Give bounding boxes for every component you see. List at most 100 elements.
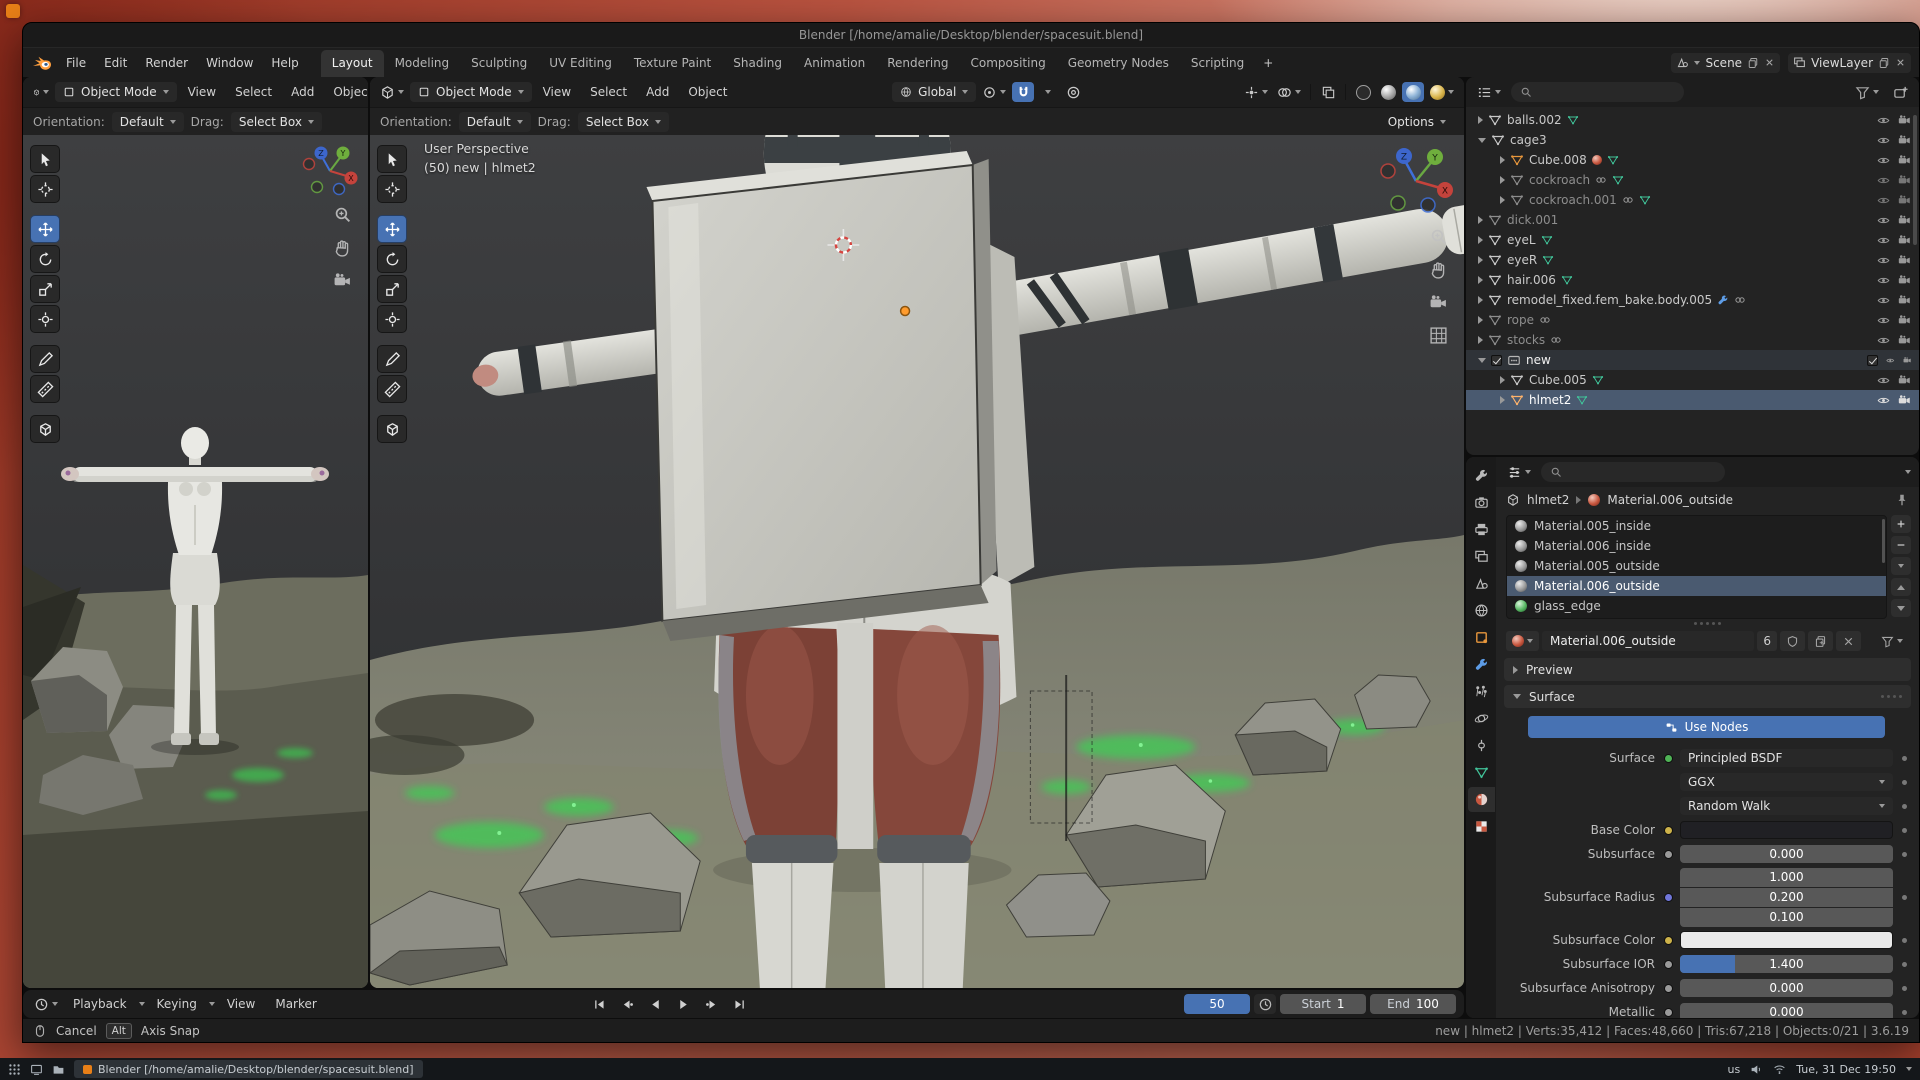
outliner-row[interactable]: hair.006 <box>1466 270 1919 290</box>
tool-scale[interactable] <box>377 275 407 303</box>
outliner-row[interactable]: remodel_fixed.fem_bake.body.005 <box>1466 290 1919 310</box>
panel-preview[interactable]: Preview <box>1504 658 1911 681</box>
tool-cursor[interactable] <box>377 175 407 203</box>
animate-dot-icon[interactable] <box>1902 756 1907 761</box>
eye-icon[interactable] <box>1877 174 1890 187</box>
app-grid-icon[interactable] <box>8 1063 21 1076</box>
distribution-dropdown[interactable]: GGX <box>1680 773 1893 791</box>
mode-dropdown[interactable]: Object Mode <box>55 82 177 102</box>
shading-wireframe-button[interactable] <box>1352 82 1374 102</box>
exclude-checkbox[interactable] <box>1867 355 1878 366</box>
eye-icon[interactable] <box>1877 214 1890 227</box>
slot-specials-button[interactable] <box>1891 557 1911 575</box>
tool-move[interactable] <box>30 215 60 243</box>
animate-dot-icon[interactable] <box>1902 938 1907 943</box>
menu-file[interactable]: File <box>58 54 94 72</box>
outliner-row[interactable]: rope <box>1466 310 1919 330</box>
camera-icon[interactable] <box>1898 274 1911 287</box>
tool-annotate[interactable] <box>377 345 407 373</box>
viewport-main-canvas[interactable]: User Perspective (50) new | hlmet2 <box>370 135 1464 988</box>
expand-icon[interactable] <box>1478 216 1483 224</box>
add-workspace-button[interactable]: + <box>1255 50 1281 77</box>
menu-playback[interactable]: Playback <box>65 995 135 1013</box>
camera-icon[interactable] <box>1898 294 1911 307</box>
slot-list-scrollbar[interactable] <box>1882 519 1885 563</box>
desktop-icon[interactable] <box>6 4 20 18</box>
frame-start-field[interactable]: Start1 <box>1280 994 1366 1014</box>
tool-measure[interactable] <box>377 375 407 403</box>
tab-object[interactable] <box>1468 625 1495 650</box>
animate-dot-icon[interactable] <box>1902 804 1907 809</box>
play-button[interactable] <box>672 994 696 1014</box>
tab-rendering[interactable]: Rendering <box>876 50 959 77</box>
tab-object-data[interactable] <box>1468 760 1495 785</box>
animate-dot-icon[interactable] <box>1902 895 1907 900</box>
menu-window[interactable]: Window <box>198 54 261 72</box>
menu-view[interactable]: View <box>535 83 579 101</box>
tab-output[interactable] <box>1468 517 1495 542</box>
snap-settings-button[interactable] <box>1037 82 1059 102</box>
tool-scale[interactable] <box>30 275 60 303</box>
radius-y-field[interactable]: 0.200 <box>1680 888 1893 907</box>
tab-particles[interactable] <box>1468 679 1495 704</box>
camera-icon[interactable] <box>1898 314 1911 327</box>
eye-icon[interactable] <box>1886 354 1895 367</box>
camera-icon[interactable] <box>1898 254 1911 267</box>
tab-world[interactable] <box>1468 598 1495 623</box>
pan-hand-icon[interactable] <box>333 238 352 257</box>
menu-render[interactable]: Render <box>137 54 196 72</box>
current-frame-field[interactable]: 50 <box>1184 994 1250 1014</box>
close-icon[interactable] <box>1895 57 1906 68</box>
tool-rotate[interactable] <box>377 245 407 273</box>
workspace-icon[interactable] <box>30 1063 43 1076</box>
filter-icon[interactable] <box>1852 82 1882 102</box>
eye-icon[interactable] <box>1877 394 1890 407</box>
menu-select[interactable]: Select <box>227 83 280 101</box>
taskbar-window-button[interactable]: Blender [/home/amalie/Desktop/blender/sp… <box>74 1060 423 1078</box>
overlays-button[interactable] <box>1274 82 1304 102</box>
show-gizmo-button[interactable] <box>1241 82 1271 102</box>
remove-slot-button[interactable] <box>1891 536 1911 554</box>
expand-icon[interactable] <box>1478 336 1483 344</box>
collection-checkbox[interactable] <box>1491 355 1502 366</box>
jump-to-start-button[interactable] <box>588 994 612 1014</box>
eye-icon[interactable] <box>1877 114 1890 127</box>
tab-constraints[interactable] <box>1468 733 1495 758</box>
outliner-row[interactable]: Cube.008 <box>1466 150 1919 170</box>
camera-icon[interactable] <box>1898 374 1911 387</box>
chevron-down-icon[interactable] <box>1905 470 1911 474</box>
animate-dot-icon[interactable] <box>1902 962 1907 967</box>
tab-shading[interactable]: Shading <box>722 50 793 77</box>
tool-measure[interactable] <box>30 375 60 403</box>
camera-icon[interactable] <box>1898 394 1911 407</box>
outliner-row[interactable]: eyeR <box>1466 250 1919 270</box>
tab-material[interactable] <box>1468 787 1495 812</box>
main-3d-scene[interactable] <box>370 135 1464 988</box>
jump-to-end-button[interactable] <box>728 994 752 1014</box>
taskbar-clock[interactable]: Tue, 31 Dec 19:50 <box>1796 1063 1896 1076</box>
tab-animation[interactable]: Animation <box>793 50 876 77</box>
expand-icon[interactable] <box>1500 376 1505 384</box>
outliner-editor-type-icon[interactable] <box>1474 82 1504 102</box>
tool-add-cube[interactable] <box>30 415 60 443</box>
tab-layout[interactable]: Layout <box>321 50 384 77</box>
animate-dot-icon[interactable] <box>1902 780 1907 785</box>
volume-icon[interactable] <box>1750 1063 1763 1076</box>
new-collection-icon[interactable] <box>1889 82 1911 102</box>
material-slot-selected[interactable]: Material.006_outside <box>1507 576 1886 596</box>
material-slot[interactable]: glass_edge <box>1507 596 1886 616</box>
expand-icon[interactable] <box>1500 176 1505 184</box>
base-color-swatch[interactable] <box>1680 821 1893 839</box>
tab-texture-paint[interactable]: Texture Paint <box>623 50 722 77</box>
camera-icon[interactable] <box>1898 174 1911 187</box>
animate-dot-icon[interactable] <box>1902 1010 1907 1015</box>
menu-view[interactable]: View <box>219 995 263 1013</box>
panel-drag-grip[interactable] <box>1881 695 1902 698</box>
material-slot[interactable]: Material.005_inside <box>1507 516 1886 536</box>
menu-select[interactable]: Select <box>582 83 635 101</box>
orthographic-icon[interactable] <box>1429 326 1448 345</box>
menu-add[interactable]: Add <box>283 83 322 101</box>
network-icon[interactable] <box>1773 1063 1786 1076</box>
animate-dot-icon[interactable] <box>1902 852 1907 857</box>
pivot-point-button[interactable] <box>979 82 1009 102</box>
